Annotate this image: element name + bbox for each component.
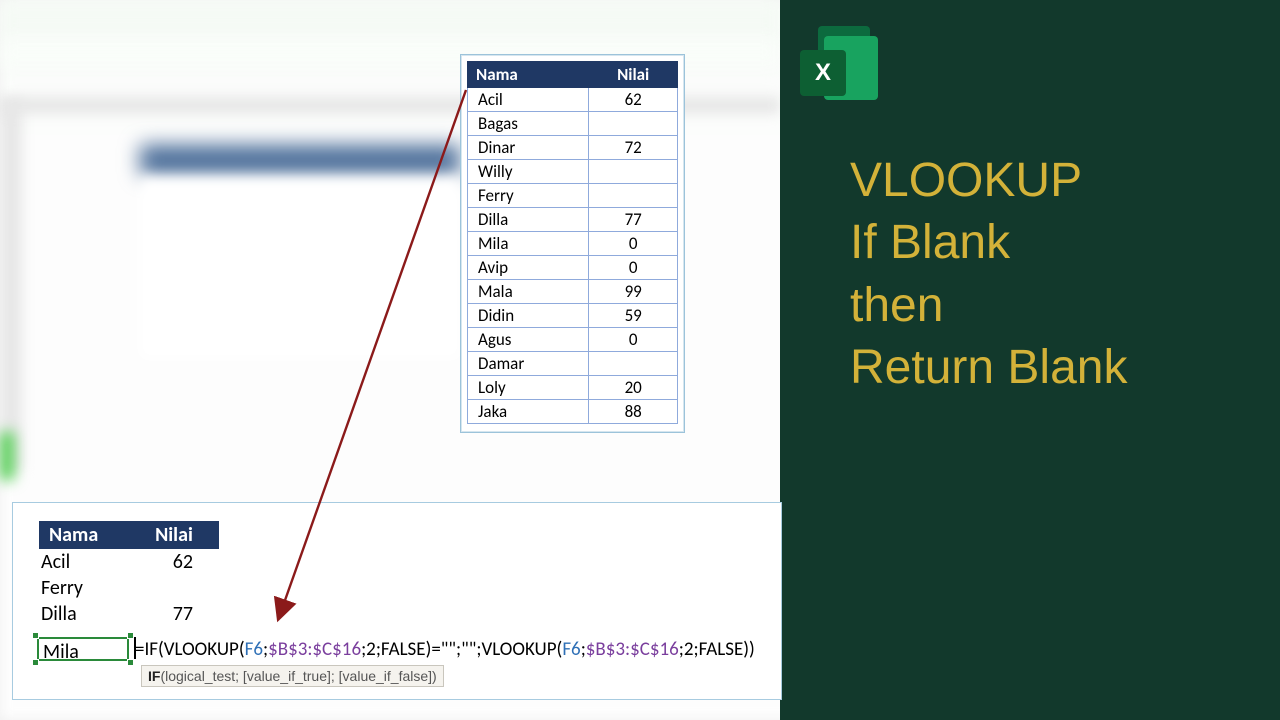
data-table-card: Nama Nilai Acil62BagasDinar72WillyFerryD…: [460, 54, 685, 433]
cell-nilai: 0: [589, 328, 678, 352]
table-row: Bagas: [468, 112, 678, 136]
cell-nilai: 88: [589, 400, 678, 424]
blurred-row-numbers: [0, 100, 22, 470]
selected-cell[interactable]: Mila: [37, 637, 129, 661]
table-row: Mala99: [468, 280, 678, 304]
table-row: Mila0: [468, 232, 678, 256]
table-row: Dinar72: [468, 136, 678, 160]
result-header-nama: Nama: [39, 521, 129, 549]
cell-nama: Jaka: [468, 400, 589, 424]
excel-icon: X: [790, 26, 880, 106]
table-row: Loly20: [468, 376, 678, 400]
blurred-table-header: [140, 145, 460, 175]
cell-nama: Willy: [468, 160, 589, 184]
excel-badge-letter: X: [800, 50, 846, 96]
cell-nama: Dinar: [468, 136, 589, 160]
table-row: Avip0: [468, 256, 678, 280]
blurred-table-body: [140, 178, 460, 358]
cell-nama: Bagas: [468, 112, 589, 136]
cell-nama: Acil: [468, 88, 589, 112]
cell-nilai: 62: [589, 88, 678, 112]
cell-nama: Avip: [468, 256, 589, 280]
result-cell-nilai: 62: [129, 549, 219, 575]
cell-nama: Dilla: [468, 208, 589, 232]
tooltip-fn: IF: [148, 668, 160, 684]
cell-nilai: 99: [589, 280, 678, 304]
title-line-3: then: [850, 275, 1127, 337]
title-line-2: If Blank: [850, 212, 1127, 274]
blurred-green-tab: [0, 432, 14, 480]
formula-panel: Nama Nilai Acil62FerryDilla77 Mila =IF(V…: [12, 502, 782, 700]
title-line-1: VLOOKUP: [850, 150, 1127, 212]
cell-nama: Damar: [468, 352, 589, 376]
result-header-nilai: Nilai: [129, 521, 219, 549]
formula-bar-text[interactable]: =IF(VLOOKUP(F6;$B$3:$C$16;2;FALSE)="";""…: [135, 637, 755, 661]
table-row: Didin59: [468, 304, 678, 328]
result-cell-nama: Dilla: [39, 601, 129, 627]
result-row: Acil62: [39, 549, 219, 575]
cell-nilai: [589, 112, 678, 136]
cell-nama: Didin: [468, 304, 589, 328]
table-row: Agus0: [468, 328, 678, 352]
table-row: Acil62: [468, 88, 678, 112]
result-cell-nama: Acil: [39, 549, 129, 575]
cell-nilai: 0: [589, 232, 678, 256]
tooltip-signature: (logical_test; [value_if_true]; [value_i…: [160, 668, 436, 684]
table-row: Damar: [468, 352, 678, 376]
cell-nama: Mala: [468, 280, 589, 304]
cell-nilai: 59: [589, 304, 678, 328]
cell-nilai: 77: [589, 208, 678, 232]
table-row: Jaka88: [468, 400, 678, 424]
col-header-nama: Nama: [468, 62, 589, 88]
result-row: Ferry: [39, 575, 219, 601]
result-cell-nilai: [129, 575, 219, 601]
result-cell-nilai: 77: [129, 601, 219, 627]
title-text: VLOOKUP If Blank then Return Blank: [850, 150, 1127, 400]
formula-tooltip: IF(logical_test; [value_if_true]; [value…: [141, 665, 444, 687]
cell-nama: Loly: [468, 376, 589, 400]
table-row: Willy: [468, 160, 678, 184]
result-row: Dilla77: [39, 601, 219, 627]
result-cell-nama: Ferry: [39, 575, 129, 601]
cell-nilai: 72: [589, 136, 678, 160]
title-line-4: Return Blank: [850, 337, 1127, 399]
cell-nama: Mila: [468, 232, 589, 256]
col-header-nilai: Nilai: [589, 62, 678, 88]
cell-nilai: 0: [589, 256, 678, 280]
cell-nama: Agus: [468, 328, 589, 352]
table-row: Dilla77: [468, 208, 678, 232]
cell-nilai: [589, 352, 678, 376]
cell-nilai: [589, 184, 678, 208]
cell-nilai: [589, 160, 678, 184]
cell-nilai: 20: [589, 376, 678, 400]
cell-nama: Ferry: [468, 184, 589, 208]
result-table: Nama Nilai Acil62FerryDilla77: [39, 521, 219, 627]
data-table: Nama Nilai Acil62BagasDinar72WillyFerryD…: [467, 61, 678, 424]
table-row: Ferry: [468, 184, 678, 208]
blurred-ribbon: [0, 0, 780, 40]
